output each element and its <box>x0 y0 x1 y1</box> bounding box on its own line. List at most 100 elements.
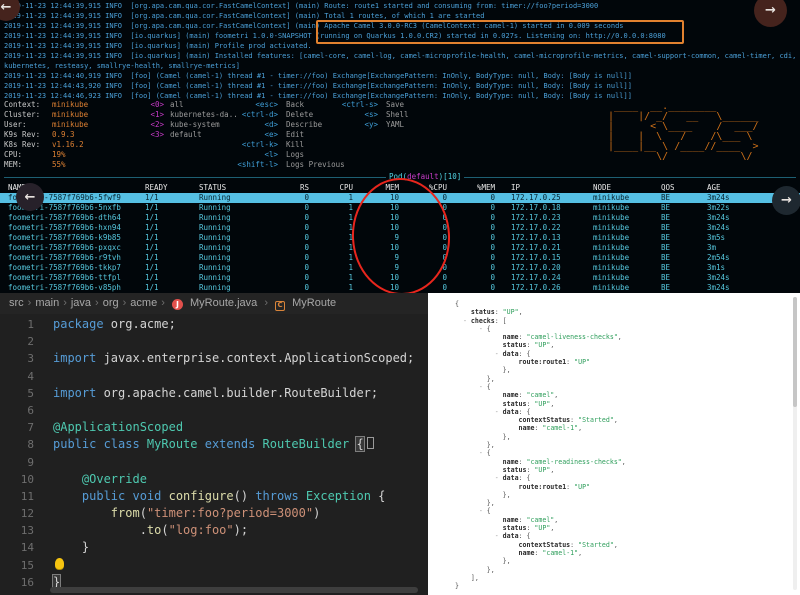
json-line: status: "UP", <box>455 400 626 408</box>
camel-startup-highlight-box <box>316 20 684 44</box>
right-arrow-icon: → <box>765 3 776 18</box>
chevron-right-icon: › <box>264 297 268 309</box>
class-icon: C <box>275 301 285 311</box>
code-line[interactable]: 3import javax.enterprise.context.Applica… <box>0 350 428 367</box>
breadcrumb-item[interactable]: org <box>103 297 119 309</box>
namespace-item: <1>kubernetes-da.. <box>142 110 238 120</box>
line-number: 16 <box>0 574 34 591</box>
line-number: 3 <box>0 350 34 367</box>
json-line: }, <box>455 433 626 441</box>
json-line: - { <box>455 325 626 333</box>
code-area[interactable]: 1package org.acme;23import javax.enterpr… <box>0 316 428 591</box>
breadcrumb-item[interactable]: src <box>9 297 24 309</box>
code-line[interactable]: 14 } <box>0 539 428 556</box>
json-line: - checks: [ <box>455 317 626 325</box>
line-number: 5 <box>0 385 34 402</box>
chevron-right-icon: › <box>28 297 32 309</box>
json-line: status: "UP", <box>455 466 626 474</box>
breadcrumb-symbol[interactable]: MyRoute <box>292 297 336 309</box>
json-line: status: "UP", <box>455 524 626 532</box>
line-number: 9 <box>0 454 34 471</box>
logo-line: \/ \/ <box>608 152 759 162</box>
hotkey-row: <d>Describe <box>232 120 345 130</box>
code-line[interactable]: 6 <box>0 402 428 419</box>
cluster-info-row: Cluster:minikube <box>4 110 88 120</box>
nav-arrow-row-right: → <box>772 186 800 215</box>
code-line[interactable]: 1package org.acme; <box>0 316 428 333</box>
json-line: - { <box>455 383 626 391</box>
log-line: 2019-11-23 12:44:39,915 INFO [org.apa.ca… <box>4 1 800 11</box>
camel-log-output: 2019-11-23 12:44:39,915 INFO [org.apa.ca… <box>4 1 800 101</box>
json-line: name: "camel-1", <box>455 549 626 557</box>
breadcrumb-item[interactable]: acme <box>130 297 157 309</box>
json-line: - data: { <box>455 408 626 416</box>
hotkey-row: <ctrl-s>Save <box>336 100 409 110</box>
json-line: name: "camel", <box>455 391 626 399</box>
chevron-right-icon: › <box>63 297 67 309</box>
hotkey-row: <y>YAML <box>336 120 409 130</box>
namespace-item: <3>default <box>142 130 238 140</box>
hotkey-row: <ctrl-d>Delete <box>232 110 345 120</box>
code-line[interactable]: 4 <box>0 368 428 385</box>
line-number: 4 <box>0 368 34 385</box>
log-line: kubernetes, resteasy, smallrye-health, s… <box>4 61 800 71</box>
horizontal-scrollbar[interactable] <box>50 587 418 593</box>
line-number: 2 <box>0 333 34 350</box>
line-number: 8 <box>0 436 34 453</box>
json-line: }, <box>455 441 626 449</box>
code-line[interactable]: 2 <box>0 333 428 350</box>
hotkey-row: <e>Edit <box>232 130 345 140</box>
namespace-item: <0>all <box>142 100 238 110</box>
left-arrow-icon: ← <box>25 190 36 205</box>
k9s-header: Context:minikubeCluster:minikubeUser:min… <box>0 100 800 172</box>
breadcrumb-item[interactable]: main <box>35 297 59 309</box>
chevron-right-icon: › <box>95 297 99 309</box>
json-line: }, <box>455 366 626 374</box>
cluster-info-row: CPU:19% <box>4 150 88 160</box>
json-line: name: "camel-readiness-checks", <box>455 458 626 466</box>
json-line: - { <box>455 507 626 515</box>
log-line: 2019-11-23 12:44:43,920 INFO [foo] (Came… <box>4 81 800 91</box>
code-line[interactable]: 5import org.apache.camel.builder.RouteBu… <box>0 385 428 402</box>
json-line: }, <box>455 566 626 574</box>
json-line: name: "camel", <box>455 516 626 524</box>
json-line: status: "UP", <box>455 341 626 349</box>
json-line: - data: { <box>455 532 626 540</box>
json-line: name: "camel-liveness-checks", <box>455 333 626 341</box>
k9s-ascii-logo: ____ __.________| |/ _/ __ \______| < \_… <box>608 102 759 162</box>
left-arrow-icon: ← <box>1 0 12 15</box>
json-line: }, <box>455 557 626 565</box>
json-line: ], <box>455 574 626 582</box>
hotkey-row: <shift-l>Logs Previous <box>232 160 345 170</box>
scrollbar-thumb[interactable] <box>793 297 797 407</box>
json-line: - data: { <box>455 474 626 482</box>
breadcrumb-file[interactable]: MyRoute.java <box>190 297 257 309</box>
chevron-right-icon: › <box>161 297 165 309</box>
code-editor-pane[interactable]: src›main›java›org›acme› J MyRoute.java ›… <box>0 293 428 595</box>
pod-title-count: )[10] <box>439 172 462 181</box>
health-json-panel: { status: "UP", - checks: [ - { name: "c… <box>428 293 800 595</box>
code-line[interactable]: 7@ApplicationScoped <box>0 419 428 436</box>
json-line: contextStatus: "Started", <box>455 541 626 549</box>
k9s-hotkeys-io: <ctrl-s>Save<s>Shell<y>YAML <box>336 100 409 130</box>
code-line[interactable]: 15 <box>0 557 428 574</box>
k9s-namespace-list: <0>all<1>kubernetes-da..<2>kube-system<3… <box>142 100 238 140</box>
code-line[interactable]: 12 from("timer:foo?period=3000") <box>0 505 428 522</box>
code-line[interactable]: 10 @Override <box>0 471 428 488</box>
code-line[interactable]: 8public class MyRoute extends RouteBuild… <box>0 436 428 453</box>
namespace-item: <2>kube-system <box>142 120 238 130</box>
json-line: route:route1: "UP" <box>455 483 626 491</box>
hotkey-row: <s>Shell <box>336 110 409 120</box>
vertical-scrollbar[interactable] <box>793 297 797 590</box>
line-number: 15 <box>0 557 34 574</box>
breadcrumb-item[interactable]: java <box>71 297 91 309</box>
hotkey-row: <l>Logs <box>232 150 345 160</box>
code-line[interactable]: 11 public void configure() throws Except… <box>0 488 428 505</box>
code-line[interactable]: 13 .to("log:foo"); <box>0 522 428 539</box>
json-line: route:route1: "UP" <box>455 358 626 366</box>
hotkey-row: <esc>Back <box>232 100 345 110</box>
k9s-hotkeys-nav: <esc>Back<ctrl-d>Delete<d>Describe<e>Edi… <box>232 100 345 170</box>
line-number: 10 <box>0 471 34 488</box>
k9s-cluster-info: Context:minikubeCluster:minikubeUser:min… <box>4 100 88 170</box>
code-line[interactable]: 9 <box>0 454 428 471</box>
